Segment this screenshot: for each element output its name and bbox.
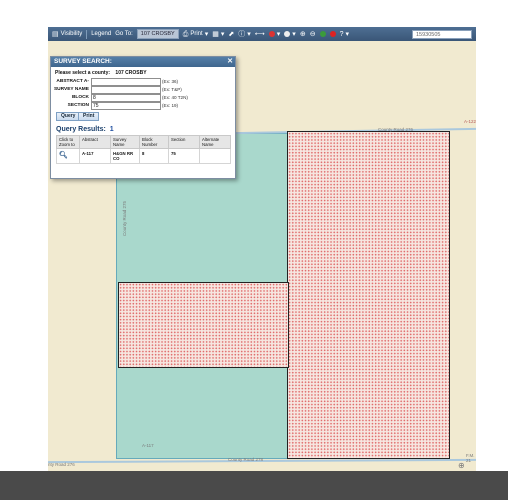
- column-header: Survey Name: [110, 135, 140, 149]
- table-row: 🔍︎ A-117 H&GN RR CO 8 75: [56, 148, 231, 164]
- circle-tool-button[interactable]: ▾: [284, 31, 296, 38]
- chevron-down-icon: ▾: [220, 30, 225, 38]
- highlighted-section-east[interactable]: [287, 131, 450, 459]
- abstract-label: ABSTRACT A-: [56, 79, 89, 84]
- magnifier-icon[interactable]: 🔍︎: [59, 152, 68, 159]
- block-label: BLOCK: [71, 95, 89, 100]
- info-tool-button[interactable]: ⓘ ▾: [238, 31, 251, 38]
- bottom-margin: [0, 471, 508, 500]
- scale-marker-icon: ⊕: [458, 461, 465, 470]
- road-label-bottom: County Road 278: [228, 457, 264, 462]
- abstract-label: A-117: [142, 443, 154, 448]
- printer-icon: ⎙: [182, 30, 189, 38]
- block-input[interactable]: 8: [91, 94, 161, 102]
- abstract-input[interactable]: [91, 78, 161, 86]
- measure-tool-button[interactable]: ⟷: [255, 31, 265, 38]
- clear-button[interactable]: [329, 31, 336, 37]
- pointer-icon: ⬈: [228, 30, 235, 38]
- survey-search-dialog: SURVEY SEARCH: ✕ Please select a county:…: [50, 56, 236, 179]
- zoom-out-button[interactable]: ⊖: [310, 31, 316, 38]
- section-cell: 75: [168, 148, 200, 164]
- chevron-down-icon: ▾: [204, 30, 209, 38]
- grid-icon: ▦: [212, 30, 219, 38]
- survey-name-cell: H&GN RR CO: [110, 148, 140, 164]
- circle-icon: [284, 31, 291, 37]
- print-button[interactable]: Print: [78, 112, 100, 121]
- column-header: Alternate Name: [199, 135, 231, 149]
- close-icon[interactable]: ✕: [227, 57, 233, 67]
- block-hint: (Ex: 40 T2N): [162, 95, 188, 100]
- dialog-title-bar: SURVEY SEARCH: ✕: [51, 57, 235, 67]
- chevron-down-icon: ▾: [276, 30, 281, 38]
- search-input[interactable]: 15930505: [412, 29, 472, 39]
- alternate-name-cell: [199, 148, 231, 164]
- section-label: SECTION: [67, 103, 89, 108]
- zoom-out-icon: ⊖: [309, 30, 316, 38]
- toolbar-divider: [86, 29, 88, 39]
- marker-tool-button[interactable]: ▾: [268, 30, 281, 38]
- chevron-down-icon: ▾: [292, 30, 296, 38]
- column-header: Section: [168, 135, 200, 149]
- survey-name-label: SURVEY NAME: [53, 87, 89, 92]
- survey-name-hint: (Ex: T&P): [162, 87, 182, 92]
- goto-county-select[interactable]: 107 CROSBY: [136, 29, 179, 39]
- red-marker-icon: [268, 31, 275, 37]
- green-tool-button[interactable]: [319, 31, 326, 37]
- grid-tool-button[interactable]: ▦ ▾: [212, 31, 224, 38]
- county-selector: Please select a county: 107 CROSBY: [55, 70, 147, 76]
- column-header: Block Number: [139, 135, 169, 149]
- zoom-in-button[interactable]: ⊕: [300, 31, 306, 38]
- abstract-hint: (Ex: 36): [162, 79, 179, 84]
- help-button[interactable]: ? ▾: [340, 31, 349, 38]
- dialog-title: SURVEY SEARCH:: [54, 58, 112, 65]
- chevron-down-icon: ▾: [345, 30, 349, 38]
- app-frame: ▤ Visibility Legend Go To: 107 CROSBY ⎙ …: [0, 0, 508, 500]
- column-header: Click to Zoom to: [56, 135, 80, 149]
- print-button[interactable]: ⎙ Print ▾: [183, 31, 208, 38]
- results-heading: Query Results: 1: [56, 126, 114, 133]
- road-label-fm: F.M. 21: [466, 453, 475, 463]
- results-table: Click to Zoom to Abstract Survey Name Bl…: [56, 135, 231, 164]
- right-margin: [476, 27, 508, 471]
- county-value[interactable]: 107 CROSBY: [115, 70, 146, 76]
- green-circle-icon: [319, 31, 326, 37]
- abstract-label-east: A-122: [464, 119, 476, 124]
- help-icon: ?: [339, 30, 344, 38]
- visibility-button[interactable]: ▤ Visibility: [52, 31, 82, 38]
- zoom-in-icon: ⊕: [299, 30, 306, 38]
- map-toolbar: ▤ Visibility Legend Go To: 107 CROSBY ⎙ …: [48, 27, 476, 41]
- results-count: 1: [109, 126, 114, 133]
- column-header: Abstract: [79, 135, 111, 149]
- results-header-row: Click to Zoom to Abstract Survey Name Bl…: [56, 135, 231, 149]
- query-button[interactable]: Query: [56, 112, 81, 121]
- goto-label: Go To:: [115, 31, 133, 37]
- survey-name-input[interactable]: [91, 86, 161, 94]
- left-margin: [0, 27, 48, 471]
- ruler-icon: ⟷: [254, 30, 265, 38]
- info-icon: ⓘ: [238, 30, 246, 38]
- legend-button[interactable]: Legend: [91, 31, 111, 37]
- section-input[interactable]: 75: [91, 102, 161, 110]
- layers-icon: ▤: [52, 30, 59, 38]
- highlighted-section-west[interactable]: [118, 282, 289, 368]
- zoom-to-cell[interactable]: 🔍︎: [56, 148, 80, 164]
- chevron-down-icon: ▾: [247, 30, 251, 38]
- road-label-top: County Road 276: [378, 127, 414, 132]
- select-tool-button[interactable]: ⬈: [228, 31, 234, 38]
- section-hint: (Ex: 19): [162, 103, 179, 108]
- top-margin: [0, 0, 508, 27]
- road-label-bottom-left: nty Road 276: [48, 462, 75, 467]
- abstract-cell: A-117: [79, 148, 111, 164]
- clear-icon: [329, 31, 336, 37]
- road-label-left: County Road 275: [122, 200, 127, 236]
- block-cell: 8: [139, 148, 169, 164]
